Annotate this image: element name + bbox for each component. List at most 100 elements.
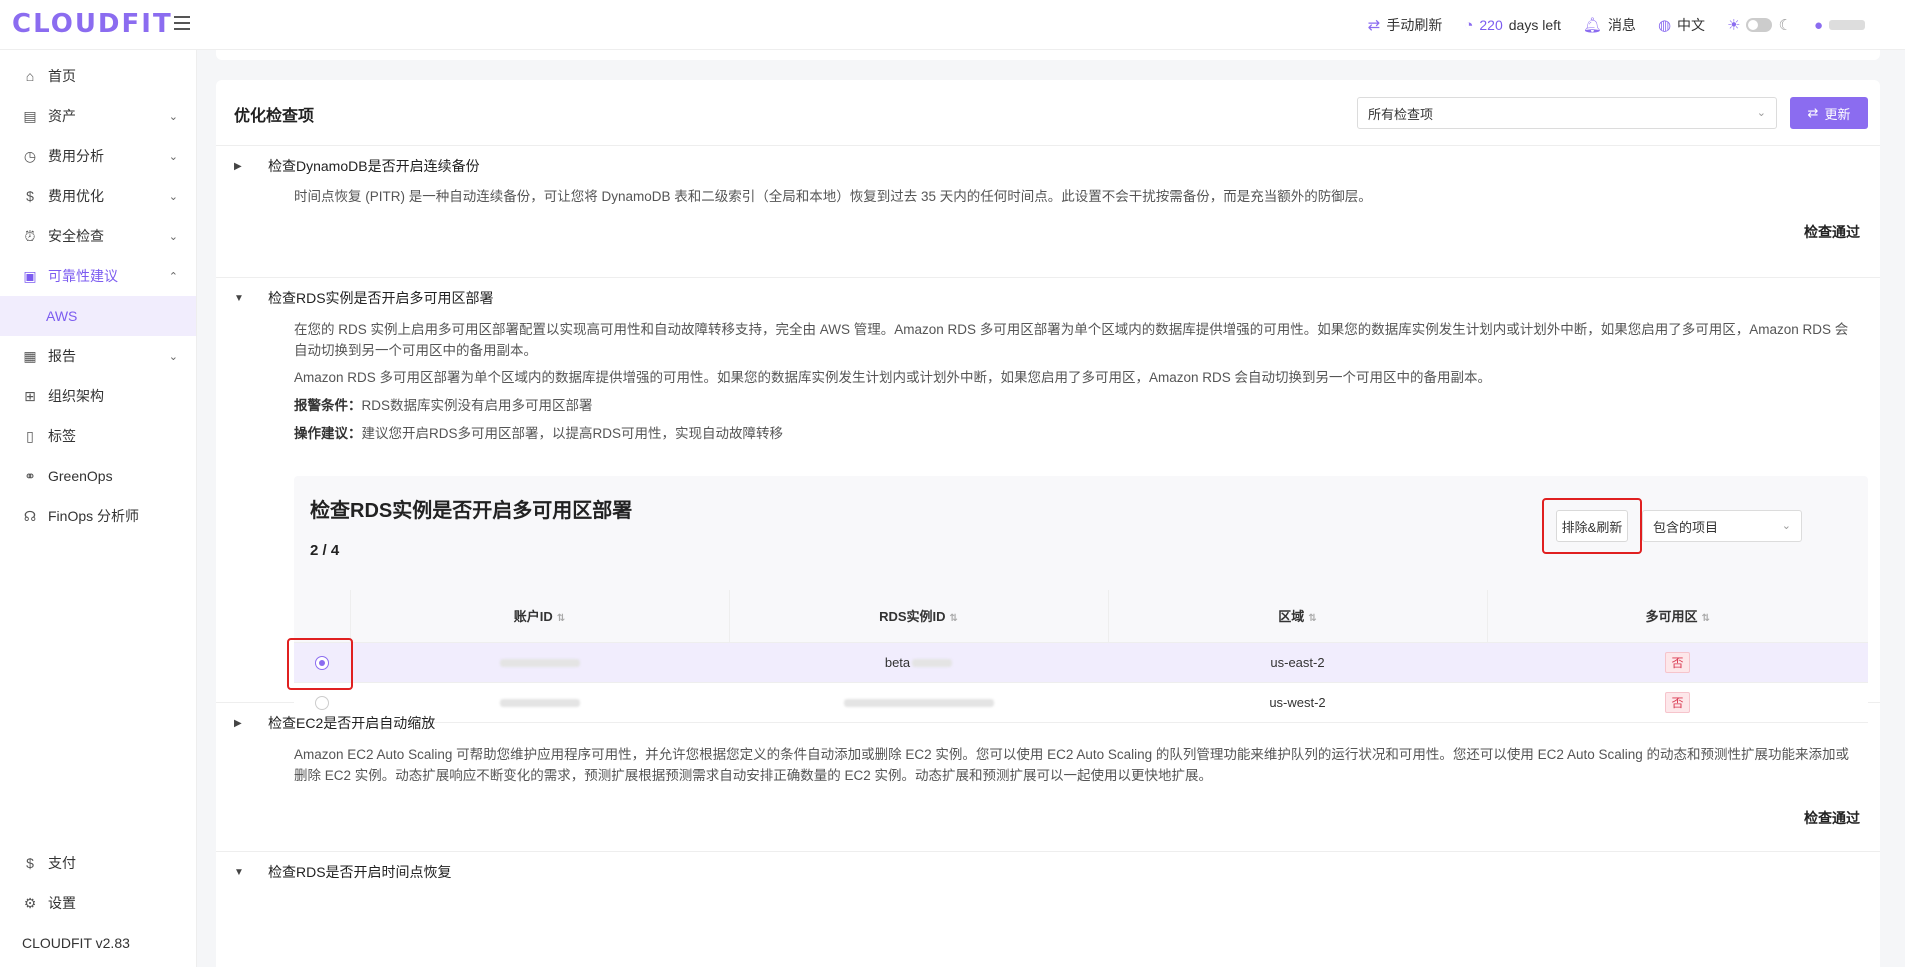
sidebar-item-finops[interactable]: ☊ FinOps 分析师 <box>0 496 196 536</box>
days-left-indicator: ◔ 220 days left <box>1464 17 1561 34</box>
sidebar-item-reports[interactable]: ▦ 报告 ⌄ <box>0 336 196 376</box>
days-left-number: 220 <box>1479 17 1503 33</box>
row-select-cell <box>294 642 350 683</box>
chevron-down-icon: ⌄ <box>168 190 178 203</box>
exclude-refresh-button[interactable]: 排除&刷新 <box>1556 510 1628 542</box>
home-icon: ⌂ <box>25 68 35 84</box>
sidebar-item-org[interactable]: ⊞ 组织架构 <box>0 376 196 416</box>
sidebar-subitem-aws[interactable]: AWS <box>0 296 196 336</box>
dashboard-icon: ◷ <box>23 147 37 164</box>
sidebar: ⌂ 首页 ▤ 资产 ⌄ ◷ 费用分析 ⌄ $ 费用优化 ⌄ ⏰︎ 安全检查 ⌄ ▣ 可靠性建议 ⌃ A… <box>0 50 197 967</box>
blurred-account-id <box>499 659 580 668</box>
result-count: 2 / 4 <box>310 542 340 559</box>
manual-refresh-button[interactable]: ⇄ 手动刷新 <box>1368 15 1443 35</box>
check-ec2-autoscaling: ▶ 检查EC2是否开启自动缩放 Amazon EC2 Auto Scaling … <box>216 703 1880 852</box>
table-header-row: 账户ID ⇅ RDS实例ID ⇅ 区域 ⇅ 多可用区 ⇅ <box>294 590 1868 643</box>
panel-title: 检查RDS实例是否开启多可用区部署 <box>310 500 633 522</box>
app-version: CLOUDFIT v2.83 <box>22 935 130 951</box>
sort-icon: ⇅ <box>1308 613 1317 625</box>
check-rds-multi-az: ▼ 检查RDS实例是否开启多可用区部署 在您的 RDS 实例上启用多可用区部署配… <box>216 278 1880 723</box>
globe-icon: ◍ <box>1657 17 1672 34</box>
check-status: 检查通过 <box>1804 224 1860 240</box>
check-filter-select[interactable]: 所有检查项 ⌄ <box>1357 97 1777 129</box>
status-badge: 否 <box>1665 651 1690 673</box>
theme-toggle[interactable] <box>1746 18 1773 32</box>
dollar-icon: $ <box>26 188 34 204</box>
operation-advice: 操作建议：建议您开启RDS多可用区部署，以提高RDS可用性，实现自动故障转移 <box>294 426 784 441</box>
days-left-suffix: days left <box>1508 17 1561 33</box>
caret-right-icon: ▶ <box>234 717 242 729</box>
language-switch[interactable]: ◍ 中文 <box>1658 15 1705 35</box>
chevron-down-icon: ⌄ <box>168 110 178 123</box>
sort-icon: ⇅ <box>556 613 566 625</box>
caret-right-icon: ▶ <box>234 160 242 172</box>
dollar-icon: $ <box>26 855 34 871</box>
tag-icon: ▯ <box>26 427 34 444</box>
page-title: 优化检查项 <box>234 108 315 125</box>
select-column-header <box>294 590 351 643</box>
previous-card <box>216 50 1880 60</box>
check-description-2: Amazon RDS 多可用区部署为单个区域内的数据库提供增强的可用性。如果您的… <box>294 370 1492 385</box>
logo: CLOUDFIT <box>12 9 173 39</box>
document-icon: ▣ <box>23 267 37 284</box>
brain-icon: ☊ <box>23 507 37 524</box>
check-header[interactable]: ▶ 检查DynamoDB是否开启连续备份 <box>234 156 480 176</box>
clock-icon: ◔ <box>1464 16 1474 34</box>
chevron-down-icon: ⌄ <box>168 150 178 163</box>
blurred-rds-id <box>912 659 953 668</box>
sidebar-item-cost-optimization[interactable]: $ 费用优化 ⌄ <box>0 176 196 216</box>
check-rds-pitr: ▼ 检查RDS是否开启时间点恢复 <box>216 852 1880 912</box>
refresh-icon: ⇄ <box>1807 105 1819 120</box>
check-description: Amazon EC2 Auto Scaling 可帮助您维护应用程序可用性，并允… <box>294 747 1849 783</box>
sidebar-item-payment[interactable]: $ 支付 <box>0 843 197 883</box>
sidebar-item-security[interactable]: ⏰︎ 安全检查 ⌄ <box>0 216 196 256</box>
table-row[interactable]: beta us-east-2 否 <box>294 642 1868 683</box>
check-header[interactable]: ▼ 检查RDS实例是否开启多可用区部署 <box>234 288 494 308</box>
menu-toggle-icon[interactable] <box>174 16 190 30</box>
check-dynamodb-backup: ▶ 检查DynamoDB是否开启连续备份 时间点恢复 (PITR) 是一种自动连… <box>216 146 1880 278</box>
sidebar-item-reliability[interactable]: ▣ 可靠性建议 ⌃ <box>0 256 196 296</box>
theme-switch[interactable]: ☀ ☾ <box>1727 16 1792 34</box>
column-header-account[interactable]: 账户ID ⇅ <box>350 590 730 643</box>
card-header: 优化检查项 所有检查项 ⌄ ⇄ 更新 <box>216 80 1880 146</box>
region-cell: us-east-2 <box>1108 642 1487 683</box>
sidebar-item-cost-analysis[interactable]: ◷ 费用分析 ⌄ <box>0 136 196 176</box>
chevron-up-icon: ⌃ <box>168 270 178 283</box>
check-header[interactable]: ▼ 检查RDS是否开启时间点恢复 <box>234 862 452 882</box>
caret-down-icon: ▼ <box>234 866 244 878</box>
check-status: 检查通过 <box>1804 810 1860 826</box>
sun-icon: ☀ <box>1727 17 1741 34</box>
sidebar-item-assets[interactable]: ▤ 资产 ⌄ <box>0 96 196 136</box>
column-header-rds[interactable]: RDS实例ID ⇅ <box>729 590 1109 643</box>
user-menu[interactable]: ● <box>1814 17 1865 34</box>
org-icon: ⊞ <box>24 387 36 404</box>
multi-az-cell: 否 <box>1487 642 1868 683</box>
sidebar-item-tags[interactable]: ▯ 标签 <box>0 416 196 456</box>
column-header-region[interactable]: 区域 ⇅ <box>1108 590 1488 643</box>
optimization-checks-card: 优化检查项 所有检查项 ⌄ ⇄ 更新 ▶ 检查DynamoDB是否开启连续备份 … <box>216 80 1880 967</box>
include-items-select[interactable]: 包含的项目 ⌄ <box>1642 510 1802 542</box>
report-icon: ▦ <box>23 347 37 364</box>
user-icon: ● <box>1813 16 1823 34</box>
asset-icon: ▤ <box>23 107 37 124</box>
update-button[interactable]: ⇄ 更新 <box>1790 97 1868 129</box>
row-radio[interactable] <box>315 655 329 670</box>
check-description: 时间点恢复 (PITR) 是一种自动连续备份，可让您将 DynamoDB 表和二… <box>294 189 1372 204</box>
sidebar-item-greenops[interactable]: ⚭ GreenOps <box>0 456 196 496</box>
sidebar-item-home[interactable]: ⌂ 首页 <box>0 56 196 96</box>
alarm-condition: 报警条件：RDS数据库实例没有启用多可用区部署 <box>294 398 593 413</box>
sidebar-item-settings[interactable]: ⚙ 设置 <box>0 883 197 923</box>
chevron-down-icon: ⌄ <box>1756 107 1766 119</box>
chevron-down-icon: ⌄ <box>168 230 178 243</box>
sort-icon: ⇅ <box>949 613 958 625</box>
alarm-icon: ⏰︎ <box>24 227 36 244</box>
rds-id-cell: beta <box>729 642 1108 683</box>
messages-button[interactable]: 🔔︎ 消息 <box>1583 15 1636 35</box>
check-header[interactable]: ▶ 检查EC2是否开启自动缩放 <box>234 713 435 733</box>
gear-icon: ⚙ <box>23 894 37 911</box>
account-id-cell <box>350 642 729 683</box>
column-header-multi-az[interactable]: 多可用区 ⇅ <box>1487 590 1868 643</box>
caret-down-icon: ▼ <box>234 292 244 304</box>
top-bar: CLOUDFIT ⇄ 手动刷新 ◔ 220 days left 🔔︎ 消息 ◍ … <box>0 0 1905 50</box>
check-description: 在您的 RDS 实例上启用多可用区部署配置以实现高可用性和自动故障转移支持，完全… <box>294 322 1849 358</box>
